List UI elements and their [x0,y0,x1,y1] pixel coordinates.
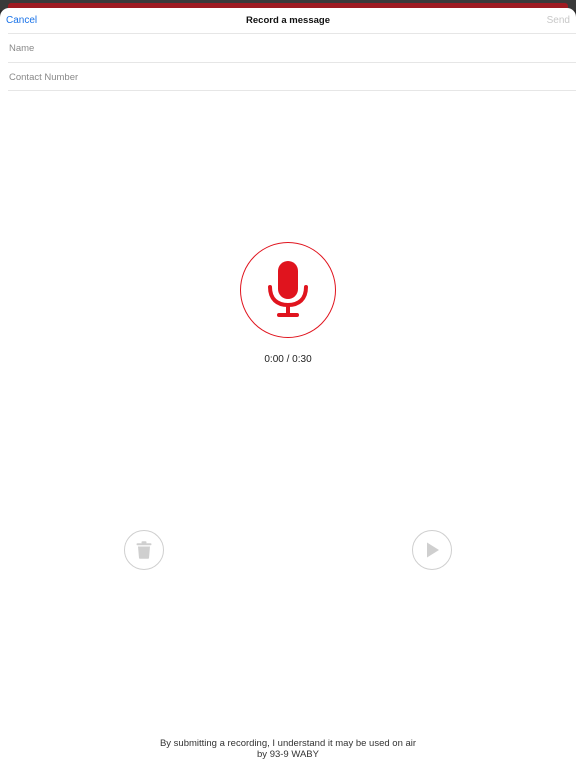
page-title: Record a message [246,15,330,26]
recording-timer: 0:00 / 0:30 [0,354,576,365]
name-input[interactable] [8,34,576,62]
elapsed-time: 0:00 [264,354,284,365]
navigation-bar: Cancel Record a message Send [0,8,576,33]
record-message-sheet: Cancel Record a message Send 0:00 / 0:30 [0,8,576,768]
trash-icon [136,541,152,559]
microphone-icon [268,261,308,317]
name-field-row [8,33,576,62]
disclaimer-line-1: By submitting a recording, I understand … [159,738,417,749]
max-duration: 0:30 [292,354,312,365]
disclaimer-line-2: by 93-9 WABY [257,749,319,760]
disclaimer-text: By submitting a recording, I understand … [0,738,576,760]
record-button[interactable] [240,242,336,338]
send-button[interactable]: Send [547,15,570,26]
timer-separator: / [283,354,293,365]
play-recording-button[interactable] [412,530,452,570]
contact-number-input[interactable] [8,63,576,91]
play-icon [427,542,439,558]
contact-field-row [8,62,576,91]
delete-recording-button[interactable] [124,530,164,570]
